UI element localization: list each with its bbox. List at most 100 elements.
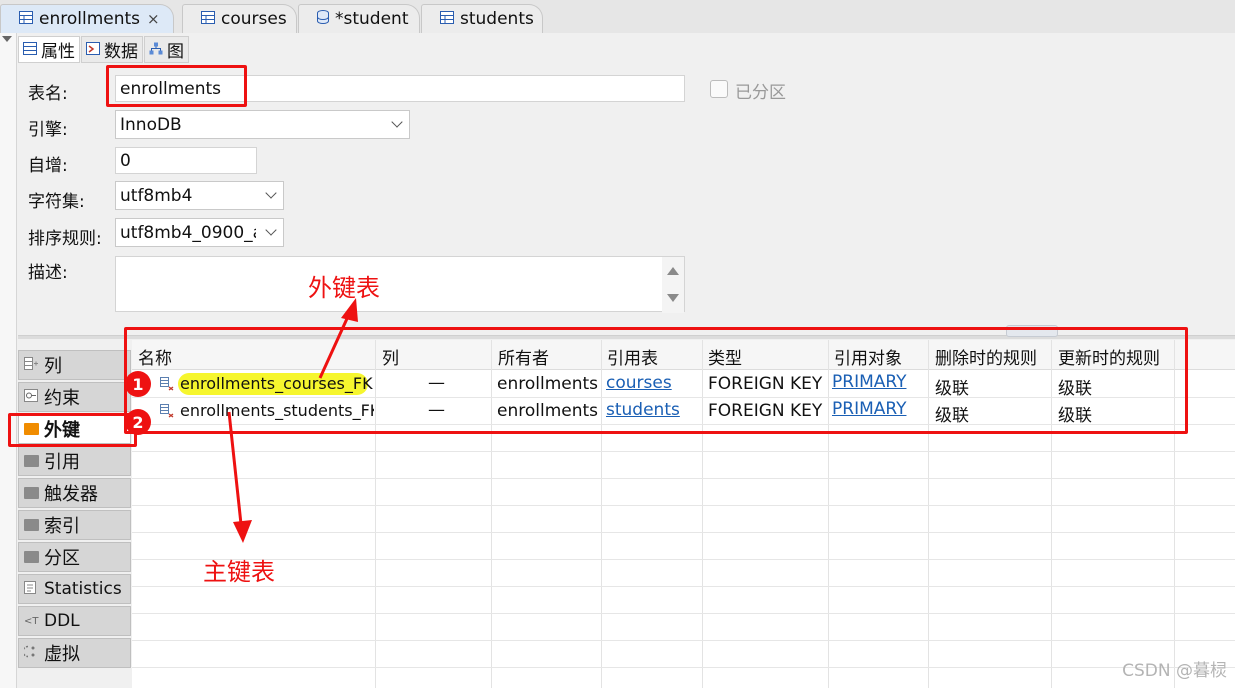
foreign-key-icon xyxy=(160,376,174,391)
ddl-icon: <T xyxy=(24,611,39,631)
fk-column-cell: — xyxy=(428,373,445,393)
grid-line xyxy=(491,340,492,688)
annotation-badge-1: 1 xyxy=(125,371,151,397)
grid-line xyxy=(132,613,1235,614)
sidebar-item-label: 列 xyxy=(44,356,62,377)
grid-line xyxy=(132,559,1235,560)
collapse-icon[interactable] xyxy=(2,36,12,42)
sidebar-item-foreign-keys[interactable]: 外键 xyxy=(18,414,131,444)
folder-icon xyxy=(24,487,39,499)
sidebar-item-virtual[interactable]: 虚拟 xyxy=(18,638,131,668)
fk-on-delete-cell: 级联 xyxy=(935,379,969,399)
sidebar-item-label: Statistics xyxy=(44,579,122,599)
sidebar-item-statistics[interactable]: Statistics xyxy=(18,574,131,604)
sidebar-item-columns[interactable]: 列 xyxy=(18,350,131,380)
diagram-icon xyxy=(149,40,163,60)
grid-line xyxy=(375,340,376,688)
sidebar-item-partitions[interactable]: 分区 xyxy=(18,542,131,572)
foreign-key-icon xyxy=(160,403,174,418)
description-label: 描述: xyxy=(28,263,68,283)
sidebar-item-references[interactable]: 引用 xyxy=(18,446,131,476)
editor-tab-bar: enrollments × courses *student students xyxy=(0,0,1235,33)
auto-increment-input[interactable]: 0 xyxy=(115,147,257,174)
folder-icon xyxy=(24,519,39,531)
scroll-up-icon[interactable] xyxy=(667,267,679,275)
charset-value: utf8mb4 xyxy=(120,185,193,206)
auto-increment-label: 自增: xyxy=(28,156,68,176)
grid-line xyxy=(132,478,1235,479)
annotation-primary-table-label: 主键表 xyxy=(203,558,275,586)
tab-enrollments[interactable]: enrollments × xyxy=(0,4,174,33)
sidebar-item-label: DDL xyxy=(44,611,80,631)
table-icon xyxy=(19,9,33,29)
column-header-on-update[interactable]: 更新时的规则 xyxy=(1058,344,1160,369)
scroll-down-icon[interactable] xyxy=(667,294,679,302)
fk-on-update-cell: 级联 xyxy=(1058,379,1092,399)
table-name-input[interactable]: enrollments xyxy=(115,75,685,102)
description-scrollbar[interactable] xyxy=(662,257,684,313)
fk-ref-object-link[interactable]: PRIMARY xyxy=(832,399,906,419)
table-icon xyxy=(201,9,215,29)
splitter-handle[interactable] xyxy=(1006,325,1058,337)
table-name-label: 表名: xyxy=(28,84,68,104)
engine-select[interactable]: InnoDB xyxy=(115,110,410,139)
grid-line xyxy=(132,505,1235,506)
engine-label: 引擎: xyxy=(28,120,68,140)
partitioned-checkbox[interactable] xyxy=(710,80,728,98)
tab-students[interactable]: students xyxy=(421,4,543,33)
fk-name-cell: enrollments_students_FK xyxy=(180,401,374,420)
fk-type-cell: FOREIGN KEY xyxy=(708,374,823,394)
tab-label: students xyxy=(460,9,534,29)
description-textarea[interactable] xyxy=(115,256,685,313)
properties-icon xyxy=(23,40,37,60)
folder-icon xyxy=(24,455,39,467)
left-gutter xyxy=(0,33,17,688)
fk-owner-cell: enrollments xyxy=(497,374,599,394)
close-icon[interactable]: × xyxy=(147,10,160,28)
tab-student[interactable]: *student xyxy=(298,4,420,33)
column-header-ref-object[interactable]: 引用对象 xyxy=(834,344,902,369)
sidebar-item-triggers[interactable]: 触发器 xyxy=(18,478,131,508)
fk-ref-object-link[interactable]: PRIMARY xyxy=(832,372,906,392)
tab-courses[interactable]: courses xyxy=(182,4,297,33)
column-header-owner[interactable]: 所有者 xyxy=(498,344,549,369)
collation-select[interactable]: utf8mb4_0900_ai_ci xyxy=(115,218,284,247)
grid-line xyxy=(828,340,829,688)
chevron-down-icon xyxy=(265,187,277,199)
sidebar-item-label: 分区 xyxy=(44,548,80,569)
column-header-on-delete[interactable]: 删除时的规则 xyxy=(935,344,1037,369)
collation-value: utf8mb4_0900_ai_ci xyxy=(120,222,256,243)
grid-header: 名称 列 所有者 引用表 类型 引用对象 删除时的规则 更新时的规则 xyxy=(132,340,1235,370)
fk-ref-table-link[interactable]: students xyxy=(606,400,680,420)
fk-on-delete-cell: 级联 xyxy=(935,406,969,426)
chevron-down-icon xyxy=(391,116,403,128)
tab-properties[interactable]: 属性 xyxy=(18,36,80,63)
tab-data[interactable]: 数据 xyxy=(81,36,143,63)
tab-label: *student xyxy=(335,9,409,29)
sidebar-item-label: 外键 xyxy=(44,420,80,441)
sidebar-item-indexes[interactable]: 索引 xyxy=(18,510,131,540)
statistics-icon xyxy=(24,579,39,599)
grid-line xyxy=(132,586,1235,587)
sidebar-item-label: 约束 xyxy=(44,388,80,409)
charset-select[interactable]: utf8mb4 xyxy=(115,181,284,210)
fk-ref-table-link[interactable]: courses xyxy=(606,373,672,393)
database-icon xyxy=(317,9,329,29)
annotation-badge-2: 2 xyxy=(125,409,151,435)
sidebar-item-constraints[interactable]: 约束 xyxy=(18,382,131,412)
folder-icon xyxy=(24,423,39,435)
column-header-name[interactable]: 名称 xyxy=(138,344,172,369)
sidebar-item-ddl[interactable]: <T DDL xyxy=(18,606,131,636)
grid-line xyxy=(702,340,703,688)
fk-on-update-cell: 级联 xyxy=(1058,406,1092,426)
subtab-label: 属性 xyxy=(41,42,75,62)
grid-line xyxy=(132,532,1235,533)
tab-diagram[interactable]: 图 xyxy=(144,36,189,63)
fk-type-cell: FOREIGN KEY xyxy=(708,401,823,421)
folder-icon xyxy=(24,551,39,563)
partitioned-label: 已分区 xyxy=(735,83,786,103)
column-header-type[interactable]: 类型 xyxy=(708,344,742,369)
column-header-ref-table[interactable]: 引用表 xyxy=(607,344,658,369)
annotation-foreign-table-label: 外键表 xyxy=(308,274,380,302)
column-header-column[interactable]: 列 xyxy=(382,344,399,369)
